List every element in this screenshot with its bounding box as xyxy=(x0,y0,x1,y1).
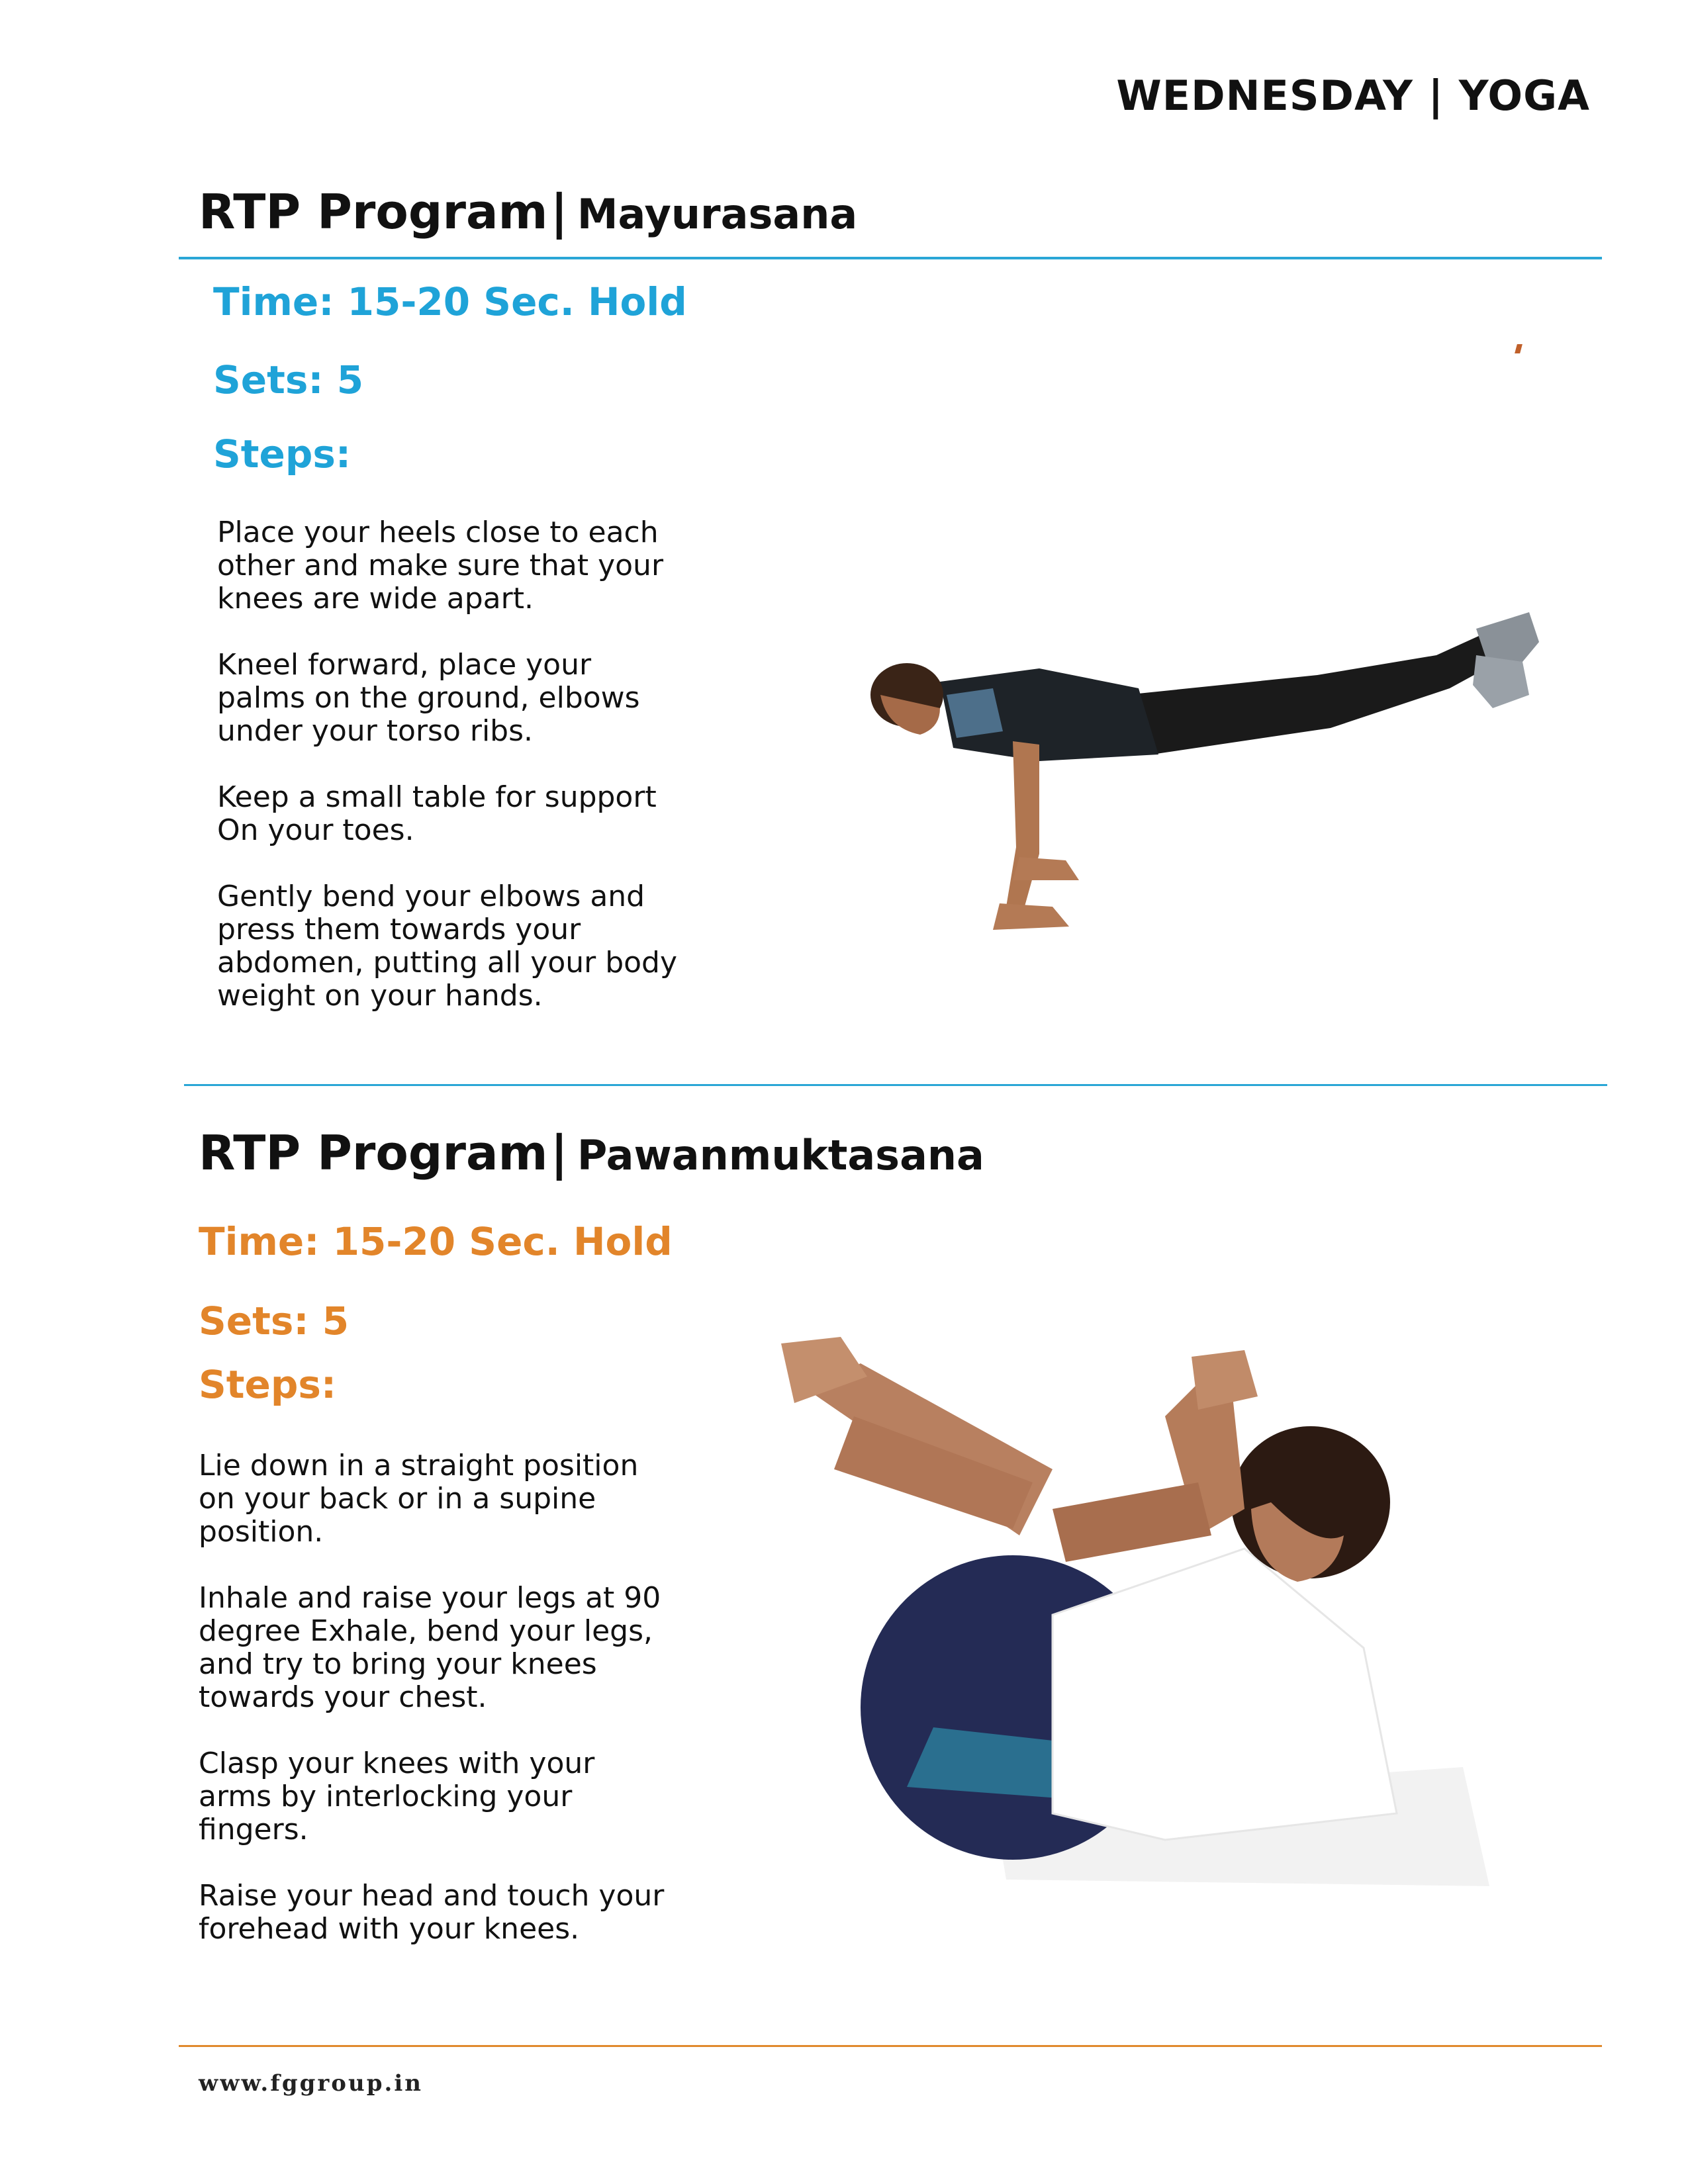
mayurasana-photo xyxy=(841,596,1549,940)
section2-sets: Sets: 5 xyxy=(199,1298,350,1343)
section2-steps-heading: Steps: xyxy=(199,1362,337,1407)
page-day-header: WEDNESDAY | YOGA xyxy=(1116,71,1590,120)
section1-pose-name: Mayurasana xyxy=(577,190,858,238)
mayurasana-figure xyxy=(870,612,1539,930)
section1-title: RTP Program| Mayurasana xyxy=(199,184,857,240)
section2-time: Time: 15-20 Sec. Hold xyxy=(199,1219,673,1264)
section1-steps-list: Place your heels close to each other and… xyxy=(217,516,680,1046)
section2-program-label: RTP Program xyxy=(199,1125,548,1181)
section1-step-1: Place your heels close to each other and… xyxy=(217,516,664,615)
section1-sets: Sets: 5 xyxy=(213,357,364,402)
section1-step-2: Kneel forward, place your palms on the g… xyxy=(217,648,640,748)
footer-divider xyxy=(179,2045,1602,2047)
section-divider xyxy=(184,1084,1607,1086)
section2-pose-name: Pawanmuktasana xyxy=(577,1131,984,1179)
section1-program-label: RTP Program xyxy=(199,184,548,240)
pawanmuktasana-photo xyxy=(768,1337,1496,1893)
section1-time: Time: 15-20 Sec. Hold xyxy=(213,279,687,324)
stray-mark xyxy=(1515,344,1523,353)
pawanmuktasana-figure xyxy=(781,1337,1489,1886)
footer-url: www.fggroup.in xyxy=(199,2070,423,2097)
section1-divider xyxy=(179,257,1602,259)
section2-step-2: Inhale and raise your legs at 90 degree … xyxy=(199,1581,661,1714)
section1-steps-heading: Steps: xyxy=(213,432,352,477)
section1-step-4: Gently bend your elbows and press them t… xyxy=(217,880,678,1013)
section2-separator: | xyxy=(550,1125,568,1181)
section1-separator: | xyxy=(550,184,568,240)
section2-step-3: Clasp your knees with your arms by inter… xyxy=(199,1747,595,1846)
section2-steps-list: Lie down in a straight position on your … xyxy=(199,1449,675,1979)
section2-step-1: Lie down in a straight position on your … xyxy=(199,1449,639,1549)
section2-step-4: Raise your head and touch your forehead … xyxy=(199,1879,665,1946)
section1-step-3: Keep a small table for support On your t… xyxy=(217,780,657,847)
section2-title: RTP Program| Pawanmuktasana xyxy=(199,1125,984,1181)
